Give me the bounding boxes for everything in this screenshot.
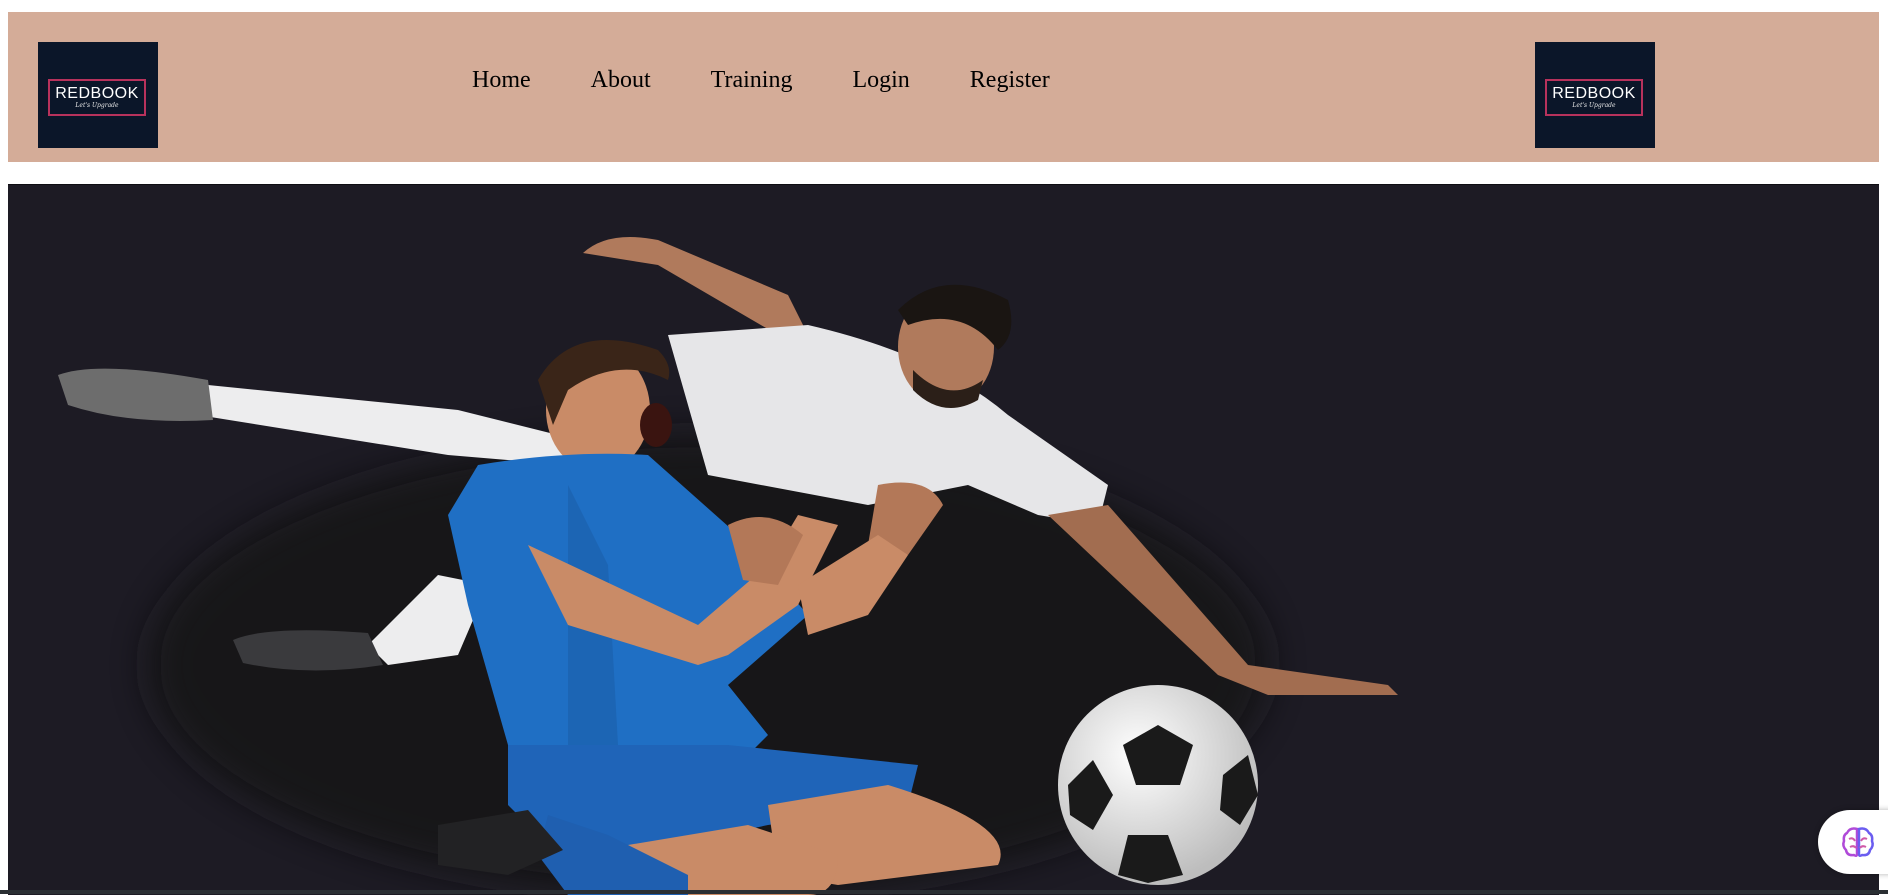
logo-tagline: Let's Upgrade	[1572, 101, 1616, 109]
site-header: REDBOOK Let's Upgrade Home About Trainin…	[8, 12, 1879, 162]
hero-image-football-players	[58, 236, 1398, 895]
page-bottom-edge	[0, 890, 1888, 894]
logo-left[interactable]: REDBOOK Let's Upgrade	[38, 42, 158, 148]
assistant-button[interactable]	[1818, 810, 1888, 874]
logo-frame: REDBOOK Let's Upgrade	[48, 79, 146, 116]
logo-tagline: Let's Upgrade	[75, 101, 119, 109]
brain-icon	[1842, 827, 1874, 858]
nav-home[interactable]: Home	[472, 64, 531, 96]
logo-wordmark: REDBOOK	[55, 84, 139, 102]
main-nav: Home About Training Login Register	[472, 64, 1110, 96]
nav-login[interactable]: Login	[852, 64, 909, 96]
hero-banner	[8, 184, 1879, 895]
nav-about[interactable]: About	[591, 64, 651, 96]
logo-right[interactable]: REDBOOK Let's Upgrade	[1535, 42, 1655, 148]
nav-training[interactable]: Training	[711, 64, 793, 96]
logo-wordmark: REDBOOK	[1552, 84, 1636, 102]
logo-frame: REDBOOK Let's Upgrade	[1545, 79, 1643, 116]
nav-register[interactable]: Register	[970, 64, 1050, 96]
football	[1058, 685, 1258, 885]
